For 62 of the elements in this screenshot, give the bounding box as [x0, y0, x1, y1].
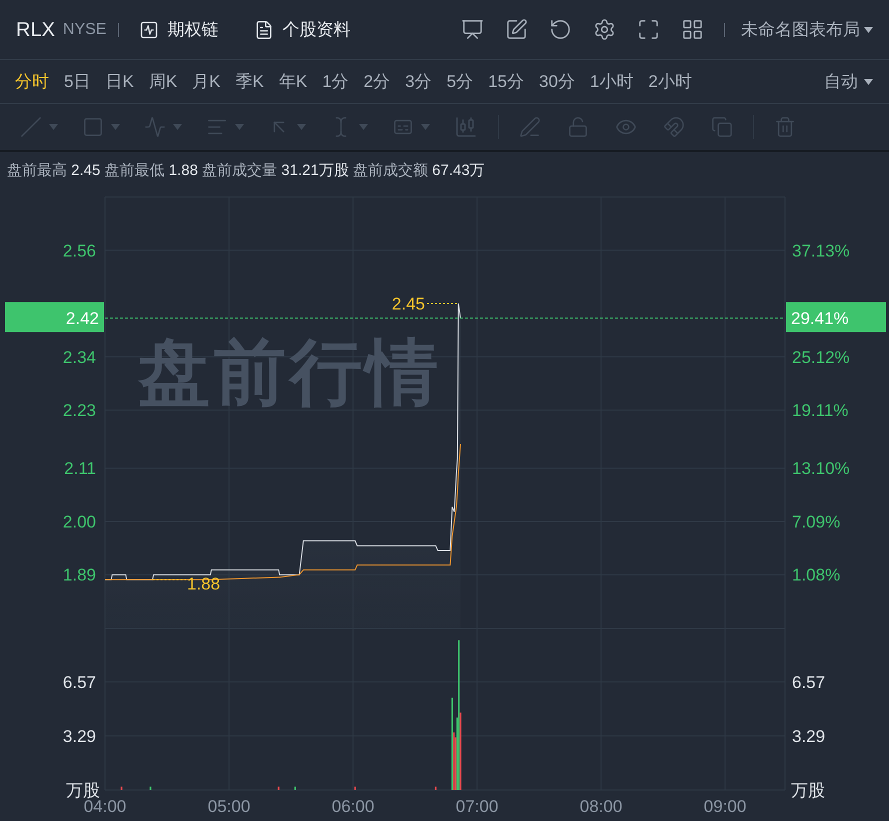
settings-icon[interactable] — [593, 18, 616, 41]
stock-symbol: RLX — [16, 18, 55, 42]
scale-dropdown[interactable]: 自动 — [824, 68, 873, 94]
fullscreen-icon[interactable] — [637, 18, 660, 41]
period-tab[interactable]: 周K — [148, 68, 178, 94]
time-axis-label: 08:00 — [580, 797, 622, 816]
presentation-chart-icon[interactable] — [461, 18, 484, 41]
volume-unit-label: 万股 — [66, 781, 100, 800]
period-tab[interactable]: 1分 — [322, 68, 349, 94]
exchange-label: NYSE — [62, 20, 106, 40]
leader-line — [152, 579, 186, 580]
period-tab[interactable]: 15分 — [488, 68, 524, 94]
leader-line — [426, 303, 459, 304]
period-tab[interactable]: 年K — [278, 68, 308, 94]
price-axis-label: 2.11 — [64, 459, 96, 478]
time-axis-label: 09:00 — [704, 797, 746, 816]
volume-axis-label: 6.57 — [62, 672, 96, 692]
percent-axis-label: 13.10% — [792, 459, 850, 478]
last-price-tag: 2.42 — [5, 302, 104, 332]
volume-axis-label: 3.29 — [792, 726, 826, 746]
period-tab[interactable]: 1小时 — [590, 68, 634, 94]
percent-axis-label: 25.12% — [792, 348, 850, 367]
price-axis-label: 2.56 — [62, 241, 96, 260]
high-price-label: 2.45 — [392, 294, 425, 314]
document-icon[interactable] — [254, 20, 274, 40]
time-axis-label: 06:00 — [332, 797, 374, 816]
toolbar-link[interactable]: 期权链 — [167, 16, 218, 42]
price-axis-label: 2.23 — [62, 401, 96, 420]
low-price-label: 1.88 — [187, 574, 220, 594]
period-tab[interactable]: 5分 — [446, 68, 474, 94]
time-axis-label: 05:00 — [208, 797, 250, 816]
toolbar-link[interactable]: 个股资料 — [282, 16, 350, 42]
price-axis-label: 1.89 — [62, 566, 96, 585]
period-tab[interactable]: 日K — [105, 68, 134, 94]
period-tab[interactable]: 30分 — [538, 68, 575, 94]
volume-axis-label: 3.29 — [62, 726, 96, 746]
caret-icon[interactable] — [864, 26, 873, 32]
price-axis-label: 2.00 — [62, 512, 96, 532]
percent-axis-label: 7.09% — [792, 512, 840, 532]
period-tab[interactable]: 分时 — [15, 68, 49, 94]
percent-axis-label: 37.13% — [792, 241, 850, 260]
period-tab[interactable]: 月K — [192, 68, 220, 94]
edit-icon[interactable] — [505, 18, 528, 41]
volume-axis-label: 6.57 — [792, 672, 826, 692]
time-axis-label: 07:00 — [456, 797, 498, 816]
period-tab[interactable]: 季K — [236, 68, 264, 94]
grid-layout-icon[interactable] — [681, 18, 704, 41]
period-tab[interactable]: 3分 — [405, 68, 432, 94]
volume-unit-label: 万股 — [791, 781, 825, 800]
caret-icon[interactable] — [864, 78, 873, 84]
percent-axis-label: 19.11% — [792, 401, 848, 420]
percent-axis-label: 1.08% — [792, 566, 840, 585]
period-tab[interactable]: 5日 — [64, 68, 90, 94]
period-tab[interactable]: 2分 — [364, 68, 390, 94]
price-axis-label: 2.34 — [62, 348, 96, 367]
layout-dropdown[interactable]: 未命名图表布局 — [741, 16, 873, 42]
time-axis-label: 04:00 — [84, 797, 126, 816]
undo-icon[interactable] — [549, 18, 572, 41]
premarket-stats: 盘前最高 2.45 盘前最低 1.88 盘前成交量 31.21万股 盘前成交额 67.43万 — [7, 160, 485, 181]
chart-icon[interactable] — [139, 20, 160, 40]
last-change-tag: 29.41% — [786, 302, 886, 332]
period-tab[interactable]: 2小时 — [648, 68, 692, 94]
